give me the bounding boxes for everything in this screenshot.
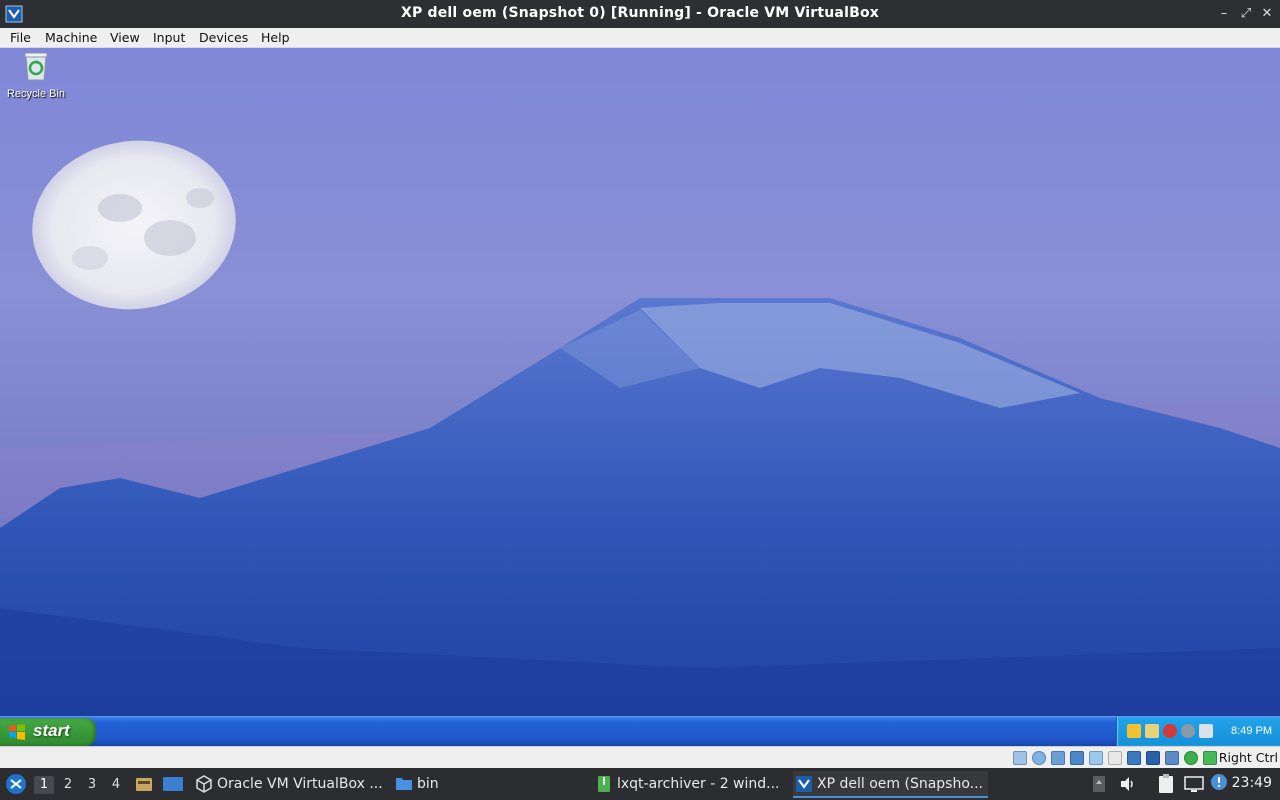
security-alert-icon[interactable] [1145, 724, 1159, 738]
lxqt-panel: 1 2 3 4 Oracle VM VirtualBox ... bin lxq… [0, 768, 1280, 800]
keyboard-icon[interactable] [1203, 751, 1217, 765]
menu-help[interactable]: Help [261, 30, 290, 45]
vbox-menubar: File Machine View Input Devices Help [0, 28, 1280, 48]
menu-machine[interactable]: Machine [45, 30, 97, 45]
volume-icon[interactable] [1118, 774, 1138, 794]
network-warning-icon[interactable] [1127, 724, 1141, 738]
menu-devices[interactable]: Devices [199, 30, 248, 45]
start-button[interactable]: start [0, 718, 96, 746]
notification-icon[interactable] [1210, 773, 1228, 791]
minimize-button[interactable]: – [1215, 4, 1233, 24]
hard-disk-icon[interactable] [1013, 751, 1027, 765]
task-lxqt-archiver[interactable]: lxqt-archiver - 2 wind... [593, 771, 788, 798]
show-desktop-icon[interactable] [162, 774, 184, 794]
task-label: XP dell oem (Snapsho... [817, 776, 984, 792]
start-label: start [33, 721, 70, 740]
desktop-wallpaper [0, 48, 1280, 746]
safely-remove-icon[interactable] [1199, 724, 1213, 738]
menu-view[interactable]: View [110, 30, 140, 45]
desktop-icon-recycle-bin[interactable]: Recycle Bin [0, 50, 72, 100]
task-virtualbox-manager[interactable]: Oracle VM VirtualBox ... [193, 771, 388, 798]
recording-icon[interactable] [1146, 751, 1160, 765]
desktop-icon-label: Recycle Bin [6, 88, 66, 100]
task-bin-folder[interactable]: bin [393, 771, 453, 798]
shield-icon[interactable] [1163, 724, 1177, 738]
shared-folder-icon[interactable] [1108, 751, 1122, 765]
lxqt-menu-icon[interactable] [5, 773, 27, 795]
windows-flag-icon [9, 724, 25, 740]
host-clock[interactable]: 23:49 [1232, 775, 1272, 791]
usb-icon[interactable] [1089, 751, 1103, 765]
workspace-3[interactable]: 3 [82, 776, 102, 794]
xp-clock[interactable]: 8:49 PM [1231, 725, 1272, 737]
menu-file[interactable]: File [10, 30, 31, 45]
task-xp-vm[interactable]: XP dell oem (Snapsho... [793, 771, 988, 798]
maximize-button[interactable]: ⤢ [1237, 4, 1255, 24]
task-label: Oracle VM VirtualBox ... [217, 776, 383, 792]
workspace-1[interactable]: 1 [34, 776, 54, 794]
cpu-icon[interactable] [1165, 751, 1179, 765]
task-label: lxqt-archiver - 2 wind... [617, 776, 780, 792]
display-icon[interactable] [1127, 751, 1141, 765]
menu-input[interactable]: Input [153, 30, 185, 45]
window-title: XP dell oem (Snapshot 0) [Running] - Ora… [400, 5, 879, 21]
vbox-titlebar[interactable]: XP dell oem (Snapshot 0) [Running] - Ora… [0, 0, 1280, 28]
network-icon[interactable] [1070, 751, 1084, 765]
clipboard-icon[interactable] [1156, 773, 1176, 795]
drive-icon[interactable] [1092, 774, 1106, 794]
virtualbox-vm-icon [796, 776, 812, 792]
workspace-2[interactable]: 2 [58, 776, 78, 794]
file-manager-icon[interactable] [134, 774, 154, 794]
recycle-bin-icon [24, 52, 48, 81]
task-label: bin [417, 776, 439, 792]
archiver-icon [598, 776, 610, 792]
xp-notification-area: 8:49 PM [1116, 717, 1280, 746]
close-button[interactable]: ✕ [1258, 4, 1276, 24]
virtualbox-icon [196, 775, 212, 793]
vbox-status-bar: Right Ctrl [0, 746, 1280, 768]
host-key-label[interactable]: Right Ctrl [1219, 750, 1278, 765]
audio-icon[interactable] [1051, 751, 1065, 765]
antivirus-icon[interactable] [1181, 724, 1195, 738]
screen-icon[interactable] [1183, 774, 1205, 794]
guest-screen[interactable]: Recycle Bin start 8:49 PM [0, 48, 1280, 746]
folder-icon [396, 778, 412, 790]
xp-taskbar: start 8:49 PM [0, 716, 1280, 746]
mouse-integration-icon[interactable] [1184, 751, 1198, 765]
workspace-4[interactable]: 4 [106, 776, 126, 794]
optical-drive-icon[interactable] [1032, 751, 1046, 765]
